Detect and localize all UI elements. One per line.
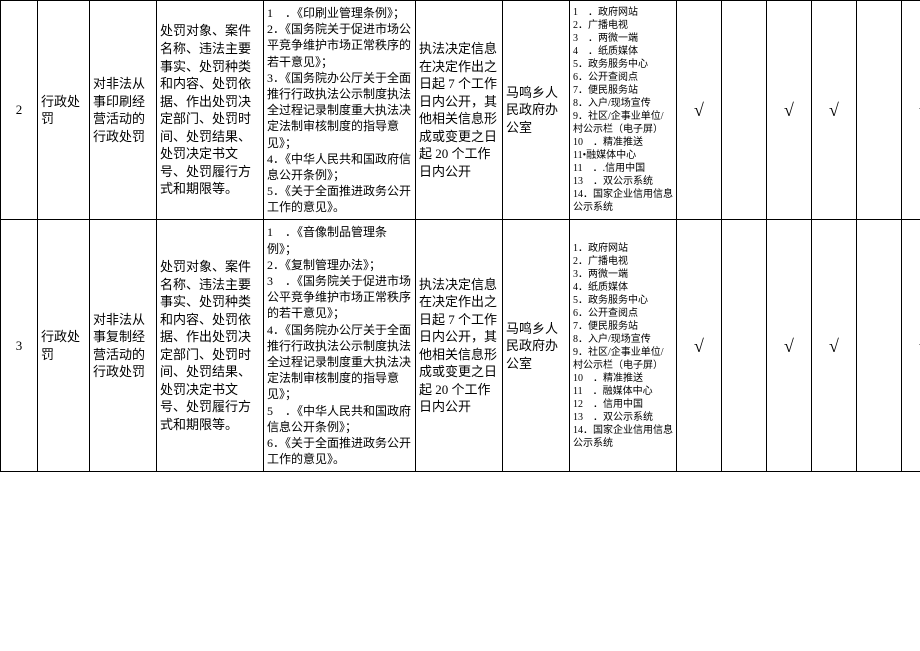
cell-timing: 执法决定信息在决定作出之日起 7 个工作日内公开，其他相关信息形成或变更之日起 … — [416, 1, 503, 220]
cell-tick-5 — [857, 1, 902, 220]
cell-tick-4: √ — [812, 220, 857, 472]
cell-tick-3: √ — [767, 220, 812, 472]
cell-content: 处罚对象、案件名称、违法主要事实、处罚种类和内容、处罚依据、作出处罚决定部门、处… — [157, 1, 264, 220]
cell-basis: 1 ．《印刷业管理条例》；2．《国务院关于促进市场公平竞争维护市场正常秩序的若干… — [264, 1, 416, 220]
cell-channels: 1 ．政府网站2．广播电视3 ．两微一端4 ．纸质媒体5．政务服务中心6．公开查… — [570, 1, 677, 220]
table-row: 2 行政处罚 对非法从事印刷经营活动的行政处罚 处罚对象、案件名称、违法主要事实… — [1, 1, 920, 220]
cell-tick-2 — [722, 220, 767, 472]
cell-tick-2 — [722, 1, 767, 220]
cell-dept: 马鸣乡人民政府办公室 — [503, 1, 570, 220]
cell-tick-3: √ — [767, 1, 812, 220]
cell-title: 对非法从事印刷经营活动的行政处罚 — [90, 1, 157, 220]
cell-channels: 1．政府网站2．广播电视3．两微一端4．纸质媒体5．政务服务中心6．公开查阅点7… — [570, 220, 677, 472]
cell-category: 行政处罚 — [38, 220, 90, 472]
cell-idx: 3 — [1, 220, 38, 472]
cell-tick-6: √ — [902, 220, 920, 472]
cell-content: 处罚对象、案件名称、违法主要事实、处罚种类和内容、处罚依据、作出处罚决定部门、处… — [157, 220, 264, 472]
cell-tick-5 — [857, 220, 902, 472]
cell-dept: 马鸣乡人民政府办公室 — [503, 220, 570, 472]
cell-timing: 执法决定信息在决定作出之日起 7 个工作日内公开，其他相关信息形成或变更之日起 … — [416, 220, 503, 472]
cell-idx: 2 — [1, 1, 38, 220]
cell-tick-1: √ — [677, 220, 722, 472]
cell-tick-6: √ — [902, 1, 920, 220]
cell-tick-4: √ — [812, 1, 857, 220]
cell-tick-1: √ — [677, 1, 722, 220]
data-table: 2 行政处罚 对非法从事印刷经营活动的行政处罚 处罚对象、案件名称、违法主要事实… — [0, 0, 920, 472]
cell-basis: 1 ．《音像制品管理条例》；2．《复制管理办法》；3 ．《国务院关于促进市场公平… — [264, 220, 416, 472]
table-row: 3 行政处罚 对非法从事复制经营活动的行政处罚 处罚对象、案件名称、违法主要事实… — [1, 220, 920, 472]
cell-title: 对非法从事复制经营活动的行政处罚 — [90, 220, 157, 472]
cell-category: 行政处罚 — [38, 1, 90, 220]
